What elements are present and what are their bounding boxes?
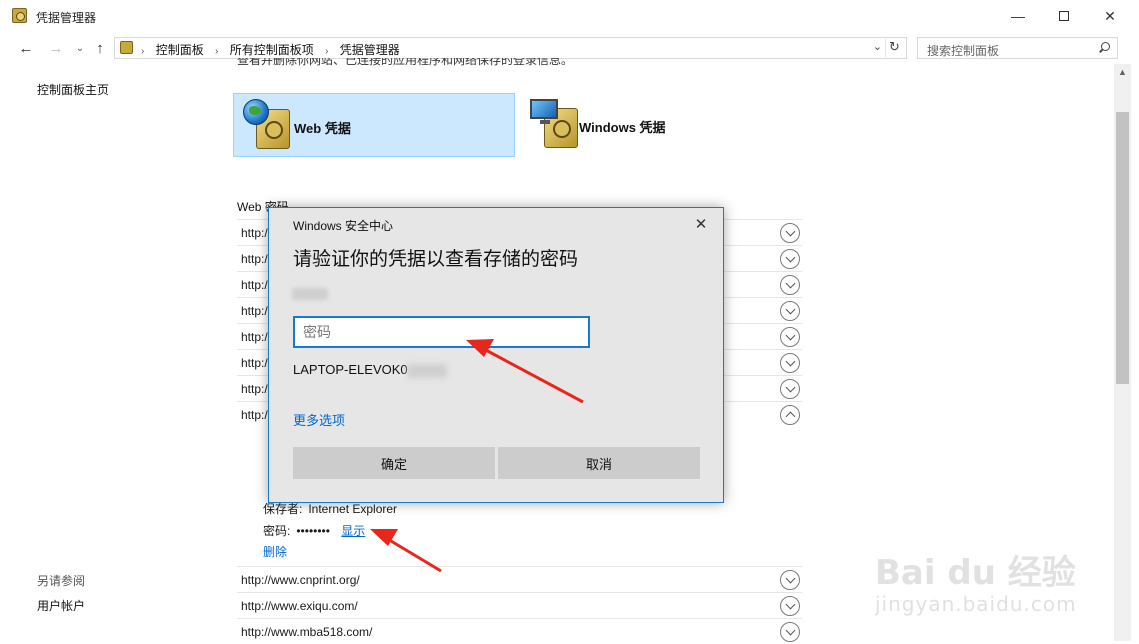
delete-credential-link[interactable]: 删除	[263, 543, 287, 560]
credential-manager-icon	[12, 8, 27, 23]
chevron-down-icon: ⌄	[75, 42, 85, 54]
control-panel-icon	[120, 41, 133, 54]
chevron-down-icon[interactable]	[780, 570, 800, 590]
arrow-right-icon: →	[48, 39, 64, 57]
credential-url: http://www.exiqu.com/	[241, 599, 358, 613]
credential-row[interactable]: http://www.mba518.com/	[237, 618, 802, 644]
scroll-up-icon[interactable]: ▲	[1114, 64, 1131, 81]
credential-url: http:/	[241, 304, 268, 318]
dialog-heading: 请验证你的凭据以查看存储的密码	[293, 249, 579, 270]
chevron-down-icon[interactable]	[780, 249, 800, 269]
recent-locations-button[interactable]: ⌄	[70, 38, 90, 58]
refresh-icon[interactable]: ↻	[885, 39, 903, 57]
account-domain: LAPTOP-ELEVOK0	[293, 362, 408, 377]
credential-url: http:/	[241, 330, 268, 344]
credential-url: http:/	[241, 252, 268, 266]
chevron-down-icon[interactable]	[780, 622, 800, 642]
minimize-icon: —	[1011, 8, 1025, 24]
left-pane: 控制面板主页 另请参阅 用户帐户	[0, 64, 220, 641]
minimize-button[interactable]: —	[995, 0, 1041, 32]
password-label: 密码:	[263, 524, 291, 538]
credential-url: http:/	[241, 226, 268, 240]
blurred-username	[292, 288, 328, 300]
breadcrumb: › 控制面板 › 所有控制面板项 › 凭据管理器	[141, 41, 400, 58]
cancel-button[interactable]: 取消	[498, 447, 700, 479]
credential-url: http:/	[241, 382, 268, 396]
dialog-title: Windows 安全中心	[293, 219, 394, 233]
windows-credentials-label: Windows 凭据	[579, 120, 666, 135]
credential-url: http:/	[241, 278, 268, 292]
password-line: 密码: •••••••• 显示	[263, 522, 365, 539]
address-dropdown-icon[interactable]: ⌄	[873, 40, 882, 53]
password-masked: ••••••••	[296, 524, 330, 538]
chevron-down-icon[interactable]	[780, 353, 800, 373]
maximize-button[interactable]	[1041, 0, 1087, 32]
breadcrumb-separator-icon[interactable]: ›	[325, 46, 328, 57]
user-accounts-link[interactable]: 用户帐户	[37, 597, 85, 614]
ok-button[interactable]: 确定	[293, 447, 495, 479]
credential-manager-window: 凭据管理器 — ✕ ← → ⌄ ↑ › 控制面板 › 所有控制面板项 › 凭据管…	[0, 0, 1139, 644]
windows-security-dialog: Windows 安全中心 ✕ 请验证你的凭据以查看存储的密码 LAPTOP-EL…	[268, 207, 724, 503]
arrow-left-icon: ←	[18, 39, 34, 57]
arrow-up-icon: ↑	[96, 39, 104, 57]
window-title: 凭据管理器	[36, 11, 97, 25]
forward-button[interactable]: →	[46, 38, 66, 58]
credential-row[interactable]: http://www.cnprint.org/	[237, 566, 802, 592]
more-options-link[interactable]: 更多选项	[293, 410, 345, 429]
breadcrumb-separator-icon[interactable]: ›	[215, 46, 218, 57]
windows-credentials-tile[interactable]: Windows 凭据	[522, 93, 804, 157]
chevron-down-icon[interactable]	[780, 379, 800, 399]
chevron-down-icon[interactable]	[780, 301, 800, 321]
arrow-to-show-link	[370, 529, 442, 573]
chevron-down-icon[interactable]	[780, 327, 800, 347]
breadcrumb-item-all-items[interactable]: 所有控制面板项	[230, 43, 314, 57]
saved-by-label: 保存者:	[263, 502, 303, 516]
chevron-down-icon[interactable]	[780, 223, 800, 243]
chevron-down-icon[interactable]	[780, 275, 800, 295]
chevron-up-icon[interactable]	[780, 405, 800, 425]
search-placeholder: 搜索控制面板	[927, 44, 1000, 58]
baidu-watermark-url: jingyan.baidu.com	[875, 592, 1077, 616]
credential-url: http://www.cnprint.org/	[241, 573, 360, 587]
saved-by-value: Internet Explorer	[308, 502, 398, 516]
back-button[interactable]: ←	[16, 38, 36, 58]
search-icon[interactable]	[1099, 42, 1110, 53]
breadcrumb-item-credential-manager[interactable]: 凭据管理器	[340, 43, 400, 57]
scrollbar-thumb[interactable]	[1116, 112, 1129, 384]
credential-url: http://www.mba518.com/	[241, 625, 373, 639]
dialog-close-icon[interactable]: ✕	[690, 214, 712, 236]
blurred-domain-suffix	[407, 364, 447, 378]
search-input[interactable]: 搜索控制面板	[917, 37, 1118, 59]
credential-row[interactable]: http://www.exiqu.com/	[237, 592, 802, 618]
chevron-down-icon[interactable]	[780, 596, 800, 616]
close-button[interactable]: ✕	[1087, 0, 1133, 32]
show-password-link[interactable]: 显示	[341, 524, 365, 538]
globe-icon	[243, 99, 269, 125]
credential-url: http:/	[241, 356, 268, 370]
see-also-heading: 另请参阅	[37, 574, 86, 588]
web-credentials-tile[interactable]: Web 凭据	[233, 93, 515, 157]
close-icon: ✕	[1104, 7, 1116, 24]
page-description: 查看并删除你网站、已连接的应用程序和网络保存的登录信息。	[237, 58, 574, 67]
breadcrumb-item-control-panel[interactable]: 控制面板	[156, 43, 204, 57]
breadcrumb-separator-icon: ›	[141, 46, 145, 57]
baidu-watermark: Bai du 经验	[875, 553, 1076, 593]
web-credentials-label: Web 凭据	[294, 121, 351, 136]
title-bar: 凭据管理器 — ✕	[0, 0, 1139, 32]
address-bar[interactable]: › 控制面板 › 所有控制面板项 › 凭据管理器 ⌄ ↻	[114, 37, 907, 59]
maximize-icon	[1059, 11, 1069, 21]
credential-url: http:/	[241, 408, 268, 422]
up-button[interactable]: ↑	[90, 38, 110, 58]
password-input[interactable]	[293, 316, 590, 348]
control-panel-home-link[interactable]: 控制面板主页	[37, 81, 109, 98]
monitor-icon	[530, 99, 558, 124]
